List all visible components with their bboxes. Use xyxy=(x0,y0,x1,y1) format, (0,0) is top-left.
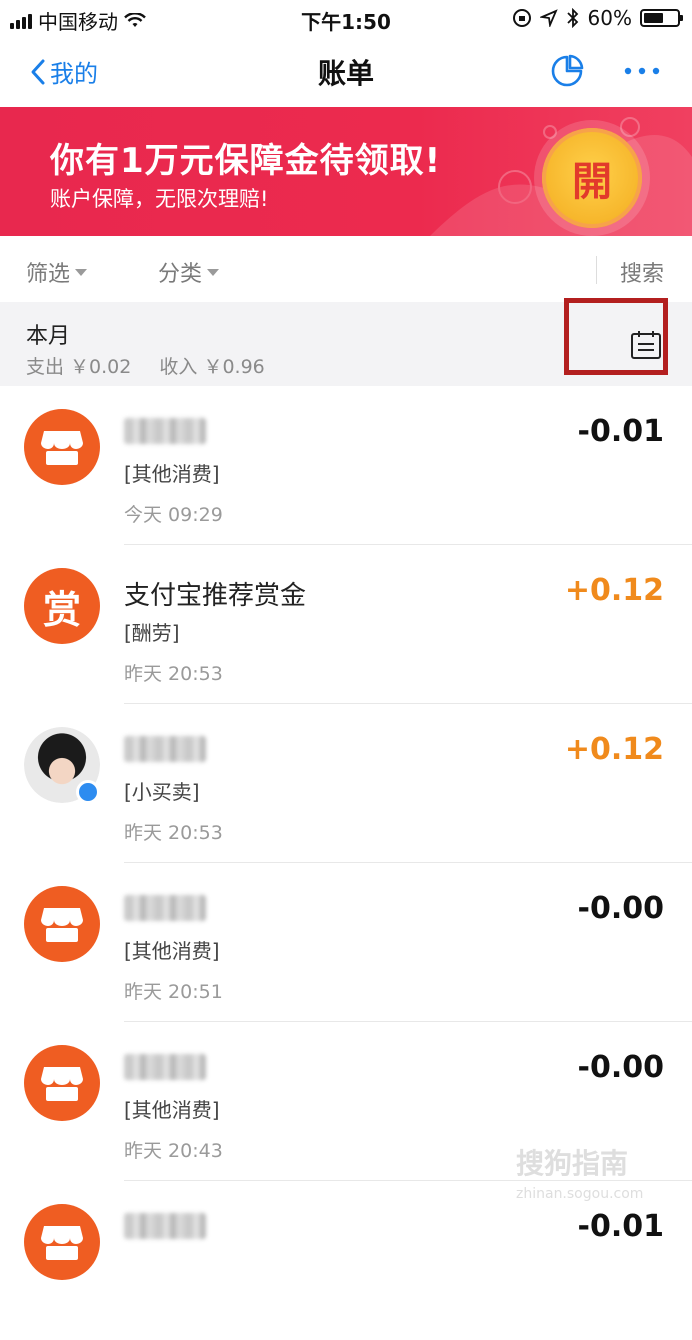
location-icon xyxy=(539,9,558,27)
bluetooth-icon xyxy=(566,8,578,28)
transaction-title: 支付宝推荐赏金 xyxy=(124,581,307,611)
shop-icon xyxy=(41,1067,83,1101)
transaction-row[interactable]: [其他消费] 昨天 20:51 -0.00 xyxy=(0,863,692,1022)
filter-divider xyxy=(596,256,597,284)
transaction-row[interactable]: -0.01 xyxy=(0,1181,692,1340)
promo-banner[interactable]: 你有1万元保障金待领取! 账户保障，无限次理赔! 開 xyxy=(0,107,692,236)
avatar xyxy=(24,886,100,962)
shop-icon xyxy=(41,431,83,465)
merchant-name-blurred xyxy=(124,895,206,921)
page-title: 账单 xyxy=(317,57,374,90)
status-bar: 中国移动 下午1:50 60% xyxy=(0,0,692,36)
search-button[interactable]: 搜索 xyxy=(620,256,664,288)
transaction-time: 昨天 20:53 xyxy=(124,663,223,685)
filter-dropdown[interactable]: 筛选 xyxy=(26,256,88,288)
banner-subtitle: 账户保障，无限次理赔! xyxy=(50,187,269,211)
transaction-amount: -0.01 xyxy=(577,1209,664,1244)
transaction-amount: -0.01 xyxy=(577,414,664,449)
merchant-name-blurred xyxy=(124,418,206,444)
battery-percent: 60% xyxy=(587,6,632,30)
transaction-time: 今天 09:29 xyxy=(124,504,223,526)
transaction-row[interactable]: [小买卖] 昨天 20:53 +0.12 xyxy=(0,704,692,863)
caret-down-icon xyxy=(207,268,220,276)
filter-label: 筛选 xyxy=(26,262,71,287)
transaction-category: [其他消费] xyxy=(124,939,220,963)
banner-title: 你有1万元保障金待领取! xyxy=(50,141,442,181)
month-income: 收入 ￥0.96 xyxy=(159,356,265,378)
watermark-url: zhinan.sogou.com xyxy=(516,1186,644,1202)
transaction-amount: +0.12 xyxy=(564,732,664,767)
month-summary: 支出 ￥0.02 收入 ￥0.96 xyxy=(26,352,287,379)
reward-avatar-text: 赏 xyxy=(42,587,81,632)
transaction-time: 昨天 20:51 xyxy=(124,981,223,1003)
category-label: 分类 xyxy=(158,262,203,287)
transaction-amount: +0.12 xyxy=(564,573,664,608)
merchant-name-blurred xyxy=(124,1213,206,1239)
nav-bar: 我的 账单 xyxy=(0,36,692,106)
merchant-name-blurred xyxy=(124,1054,206,1080)
pie-chart-icon[interactable] xyxy=(550,54,584,88)
transaction-amount: -0.00 xyxy=(577,891,664,926)
shop-icon xyxy=(41,1226,83,1260)
shop-icon xyxy=(41,908,83,942)
avatar xyxy=(24,1045,100,1121)
transaction-amount: -0.00 xyxy=(577,1050,664,1085)
user-name-blurred xyxy=(124,736,206,762)
watermark: 搜狗指南 xyxy=(516,1147,629,1180)
month-expense: 支出 ￥0.02 xyxy=(26,356,132,378)
rotation-lock-icon xyxy=(512,9,531,27)
transaction-time: 昨天 20:53 xyxy=(124,822,223,844)
avatar xyxy=(24,1204,100,1280)
verified-badge-icon xyxy=(76,780,100,804)
transaction-category: [酬劳] xyxy=(124,621,180,645)
caret-down-icon xyxy=(75,268,88,276)
calendar-icon[interactable] xyxy=(630,330,662,360)
open-button[interactable]: 開 xyxy=(542,128,642,228)
open-button-label: 開 xyxy=(572,159,612,205)
filter-bar: 筛选 分类 搜索 xyxy=(0,236,692,302)
transaction-category: [其他消费] xyxy=(124,462,220,486)
transaction-row[interactable]: 赏 支付宝推荐赏金 [酬劳] 昨天 20:53 +0.12 xyxy=(0,545,692,704)
month-title: 本月 xyxy=(26,324,71,349)
transaction-row[interactable]: [其他消费] 今天 09:29 -0.01 xyxy=(0,386,692,545)
transaction-category: [小买卖] xyxy=(124,780,200,804)
avatar xyxy=(24,409,100,485)
avatar: 赏 xyxy=(24,568,100,644)
transaction-category: [其他消费] xyxy=(124,1098,220,1122)
more-icon[interactable] xyxy=(622,54,662,88)
battery-icon xyxy=(640,9,683,27)
category-dropdown[interactable]: 分类 xyxy=(158,256,220,288)
transaction-time: 昨天 20:43 xyxy=(124,1140,223,1162)
